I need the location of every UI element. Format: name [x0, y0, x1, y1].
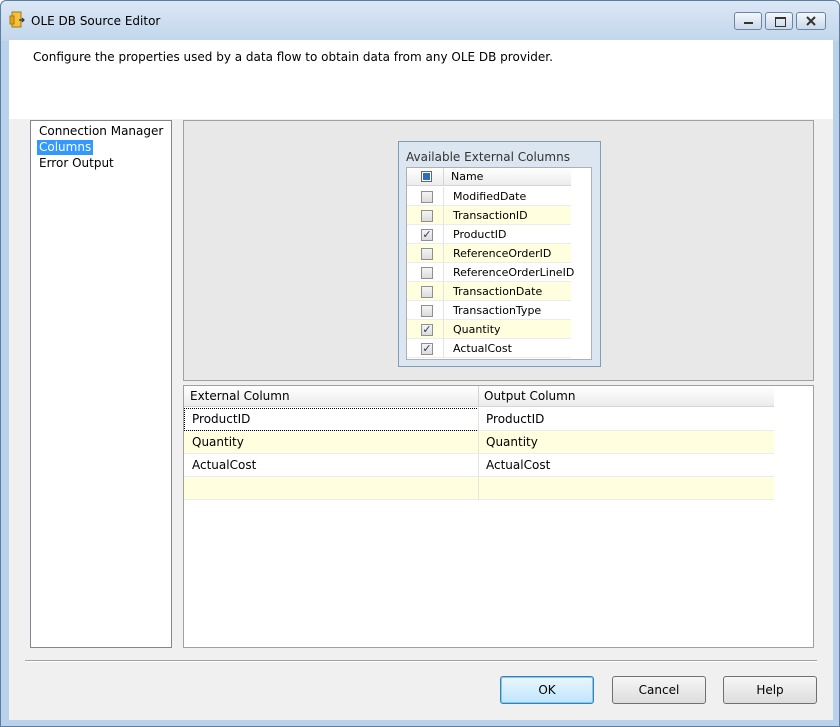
mapping-row[interactable]: Quantity Quantity: [184, 431, 774, 454]
name-column-header: Name: [451, 170, 484, 183]
column-checkbox[interactable]: [421, 267, 433, 279]
dialog-client-area: Configure the properties used by a data …: [9, 40, 833, 720]
dialog-window: OLE DB Source Editor Configure the prope…: [0, 0, 840, 727]
column-name: ReferenceOrderID: [453, 247, 552, 260]
column-name: ProductID: [453, 228, 507, 241]
help-button[interactable]: Help: [723, 676, 817, 704]
cancel-button[interactable]: Cancel: [612, 676, 706, 704]
column-checkbox[interactable]: [421, 305, 433, 317]
column-checkbox[interactable]: [421, 286, 433, 298]
ok-button[interactable]: OK: [500, 676, 594, 704]
output-column-cell[interactable]: ActualCost: [486, 458, 550, 472]
external-column-header: External Column: [190, 389, 290, 403]
header-description: Configure the properties used by a data …: [33, 50, 553, 64]
available-column-row[interactable]: ReferenceOrderID: [407, 244, 571, 263]
available-column-row[interactable]: TransactionID: [407, 206, 571, 225]
column-checkbox[interactable]: [421, 191, 433, 203]
mapping-row[interactable]: [184, 477, 774, 500]
column-name: TransactionType: [453, 304, 542, 317]
available-columns-title: Available External Columns: [406, 150, 570, 164]
available-columns-header: Name: [407, 168, 571, 186]
minimize-button[interactable]: [734, 12, 762, 30]
column-name: TransactionID: [453, 209, 528, 222]
navigation-list: Connection Manager Columns Error Output: [30, 120, 172, 648]
external-column-cell[interactable]: Quantity: [192, 435, 244, 449]
mapping-row[interactable]: ProductID ProductID: [184, 408, 774, 431]
column-name: ReferenceOrderLineID: [453, 266, 575, 279]
column-mapping-grid: External Column Output Column ProductID P…: [183, 385, 814, 648]
column-name: Quantity: [453, 323, 501, 336]
column-checkbox[interactable]: ✓: [421, 324, 433, 336]
button-divider: [25, 660, 817, 662]
title-bar[interactable]: OLE DB Source Editor: [1, 1, 839, 41]
ole-db-source-icon: [9, 11, 25, 28]
output-column-cell[interactable]: Quantity: [486, 435, 538, 449]
available-column-row[interactable]: ✓ Quantity: [407, 320, 571, 339]
column-name: TransactionDate: [453, 285, 543, 298]
column-checkbox[interactable]: ✓: [421, 343, 433, 355]
available-columns-list: Name ModifiedDate TransactionID ✓ ProductID…: [406, 167, 592, 360]
nav-item-error-output[interactable]: Error Output: [37, 156, 116, 171]
close-icon: [806, 16, 816, 26]
available-column-row[interactable]: TransactionType: [407, 301, 571, 320]
header-panel: Configure the properties used by a data …: [9, 40, 833, 119]
available-column-row[interactable]: ✓ ActualCost: [407, 339, 571, 358]
close-button[interactable]: [796, 12, 826, 30]
column-checkbox[interactable]: [421, 210, 433, 222]
mapping-row[interactable]: ActualCost ActualCost: [184, 454, 774, 477]
output-column-header: Output Column: [484, 389, 576, 403]
output-column-cell[interactable]: ProductID: [486, 412, 544, 426]
nav-item-connection-manager[interactable]: Connection Manager: [37, 124, 165, 139]
available-column-row[interactable]: ModifiedDate: [407, 187, 571, 206]
available-column-row[interactable]: TransactionDate: [407, 282, 571, 301]
mapping-grid-header: External Column Output Column: [184, 386, 774, 407]
column-name: ModifiedDate: [453, 190, 527, 203]
column-checkbox[interactable]: [421, 248, 433, 260]
nav-item-columns[interactable]: Columns: [37, 140, 94, 155]
column-name: ActualCost: [453, 342, 512, 355]
available-external-columns-box[interactable]: Available External Columns Name Modified…: [398, 141, 601, 367]
maximize-button[interactable]: [765, 12, 793, 30]
external-column-cell[interactable]: ProductID: [192, 412, 250, 426]
available-column-row[interactable]: ReferenceOrderLineID: [407, 263, 575, 282]
select-all-checkbox[interactable]: [421, 171, 432, 182]
window-title: OLE DB Source Editor: [31, 14, 161, 28]
available-column-row[interactable]: ✓ ProductID: [407, 225, 571, 244]
column-checkbox[interactable]: ✓: [421, 229, 433, 241]
columns-designer-panel: Available External Columns Name Modified…: [183, 120, 814, 381]
external-column-cell[interactable]: ActualCost: [192, 458, 256, 472]
